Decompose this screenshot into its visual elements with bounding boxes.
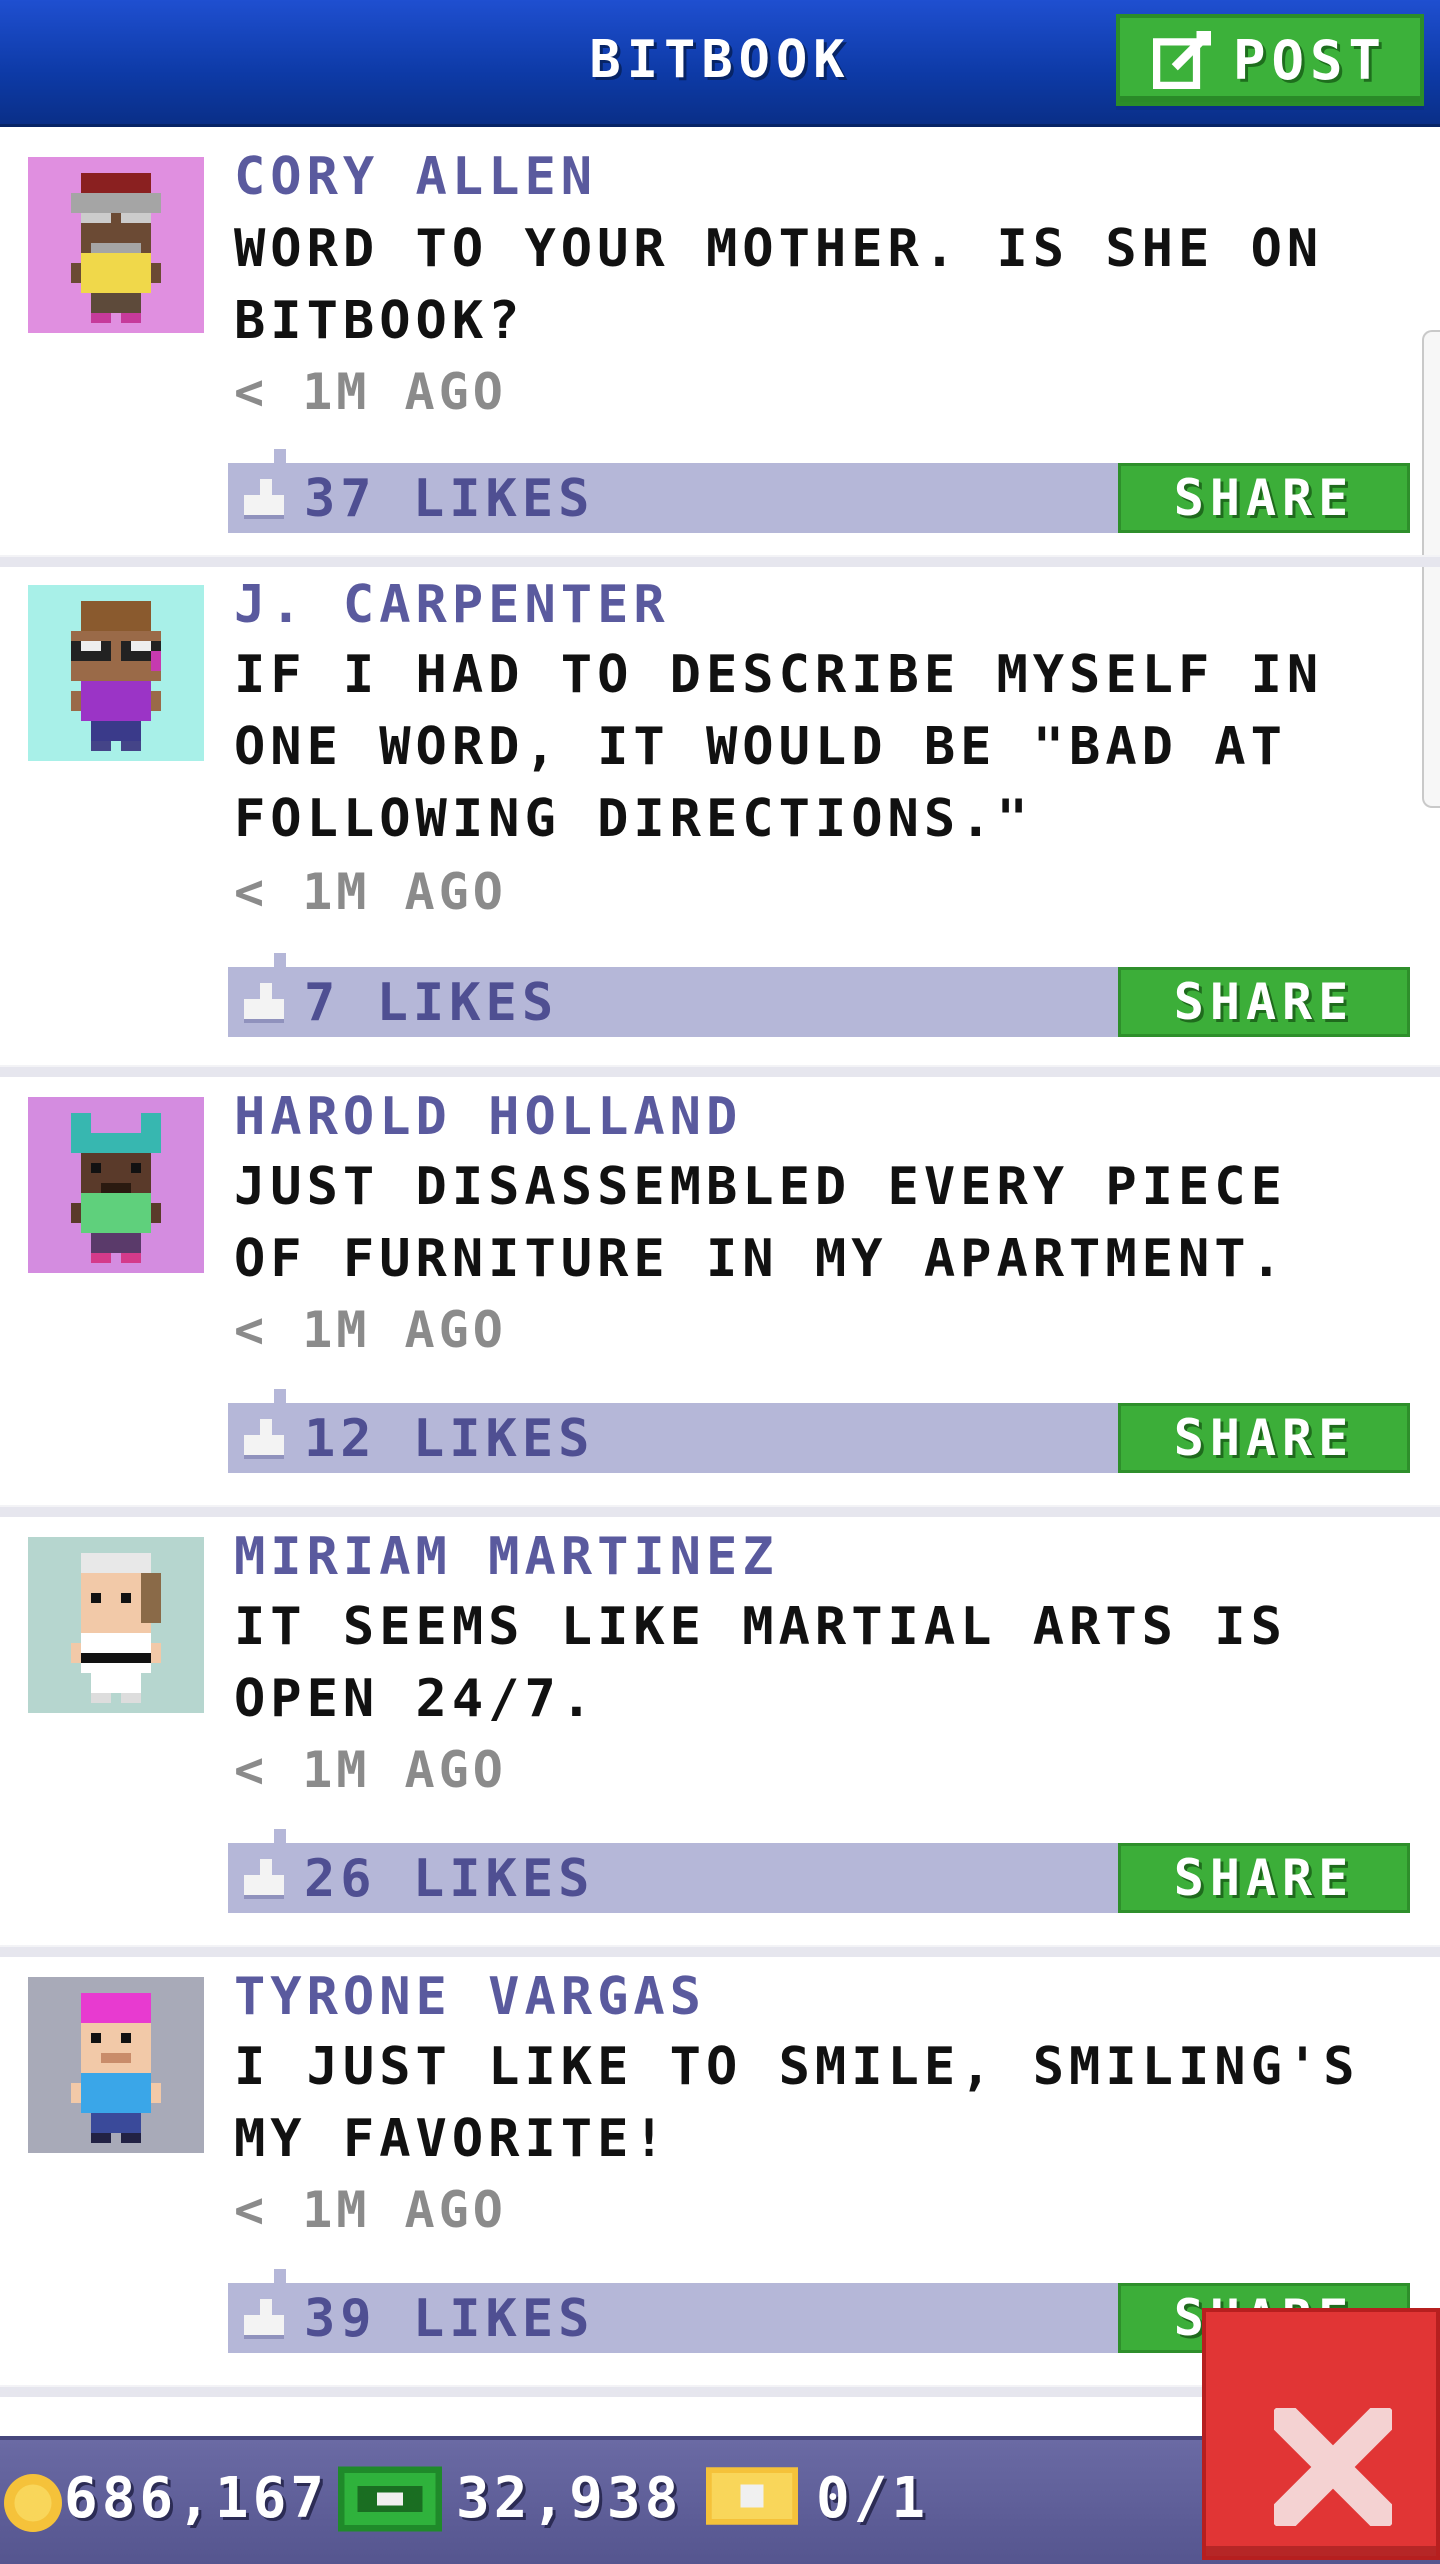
post-message: IT SEEMS LIKE MARTIAL ARTS IS OPEN 24/7. <box>234 1597 1287 1729</box>
post-timestamp: < 1M AGO <box>234 863 507 921</box>
character-avatar-icon <box>71 1993 161 2143</box>
feed-post: MIRIAM MARTINEZ IT SEEMS LIKE MARTIAL AR… <box>0 1517 1440 1945</box>
edit-icon <box>1152 31 1211 89</box>
tickets-count: 0/1 <box>816 2466 930 2531</box>
close-icon <box>1274 2408 1392 2526</box>
thumbs-up-icon[interactable] <box>244 1419 284 1459</box>
post-timestamp: < 1M AGO <box>234 1741 507 1799</box>
bux-icon <box>338 2466 442 2532</box>
character-avatar-icon <box>71 173 161 323</box>
share-button[interactable]: SHARE <box>1118 463 1410 533</box>
post-message: I JUST LIKE TO SMILE, SMILING'S MY FAVOR… <box>234 2037 1360 2169</box>
bux-count: 32,938 <box>456 2466 683 2531</box>
likes-count: 39 LIKES <box>304 2289 595 2349</box>
close-button[interactable] <box>1202 2308 1440 2560</box>
thumbs-up-icon[interactable] <box>244 1859 284 1899</box>
post-author[interactable]: J. CARPENTER <box>234 575 670 635</box>
character-avatar-icon <box>71 1113 161 1263</box>
avatar[interactable] <box>28 157 204 333</box>
thumbs-up-icon[interactable] <box>244 479 284 519</box>
post-timestamp: < 1M AGO <box>234 2181 507 2239</box>
app-header: BITBOOK POST <box>0 0 1440 127</box>
likes-count: 7 LIKES <box>304 973 559 1033</box>
post-divider <box>0 1065 1440 1077</box>
post-author[interactable]: MIRIAM MARTINEZ <box>234 1527 779 1587</box>
character-avatar-icon <box>71 1553 161 1703</box>
likes-bar: 12 LIKES SHARE <box>228 1389 1410 1473</box>
share-button[interactable]: SHARE <box>1118 1403 1410 1473</box>
likes-bar: 26 LIKES SHARE <box>228 1829 1410 1913</box>
avatar[interactable] <box>28 1097 204 1273</box>
post-timestamp: < 1M AGO <box>234 1301 507 1359</box>
post-message: WORD TO YOUR MOTHER. IS SHE ON BITBOOK? <box>234 219 1324 351</box>
coin-icon <box>4 2474 62 2532</box>
post-author[interactable]: TYRONE VARGAS <box>234 1967 706 2027</box>
thumbs-up-icon[interactable] <box>244 983 284 1023</box>
thumbs-up-icon[interactable] <box>244 2299 284 2339</box>
likes-count: 26 LIKES <box>304 1849 595 1909</box>
post-divider <box>0 1505 1440 1517</box>
feed-post: CORY ALLEN WORD TO YOUR MOTHER. IS SHE O… <box>0 127 1440 555</box>
post-button[interactable]: POST <box>1116 14 1424 106</box>
post-button-label: POST <box>1232 28 1388 92</box>
coins-count: 686,167 <box>64 2466 329 2531</box>
post-author[interactable]: HAROLD HOLLAND <box>234 1087 742 1147</box>
character-avatar-icon <box>71 601 161 751</box>
post-message: JUST DISASSEMBLED EVERY PIECE OF FURNITU… <box>234 1157 1287 1289</box>
post-timestamp: < 1M AGO <box>234 363 507 421</box>
post-author[interactable]: CORY ALLEN <box>234 147 597 207</box>
post-divider <box>0 555 1440 567</box>
likes-bar: 7 LIKES SHARE <box>228 953 1410 1037</box>
feed-post: J. CARPENTER IF I HAD TO DESCRIBE MYSELF… <box>0 567 1440 1065</box>
ticket-icon <box>706 2467 798 2525</box>
share-button[interactable]: SHARE <box>1118 1843 1410 1913</box>
likes-count: 37 LIKES <box>304 469 595 529</box>
feed: CORY ALLEN WORD TO YOUR MOTHER. IS SHE O… <box>0 127 1440 2397</box>
avatar[interactable] <box>28 1537 204 1713</box>
feed-post: HAROLD HOLLAND JUST DISASSEMBLED EVERY P… <box>0 1077 1440 1505</box>
share-button[interactable]: SHARE <box>1118 967 1410 1037</box>
likes-bar: 37 LIKES SHARE <box>228 449 1410 533</box>
post-divider <box>0 1945 1440 1957</box>
post-message: IF I HAD TO DESCRIBE MYSELF IN ONE WORD,… <box>234 645 1324 849</box>
likes-count: 12 LIKES <box>304 1409 595 1469</box>
avatar[interactable] <box>28 585 204 761</box>
avatar[interactable] <box>28 1977 204 2153</box>
